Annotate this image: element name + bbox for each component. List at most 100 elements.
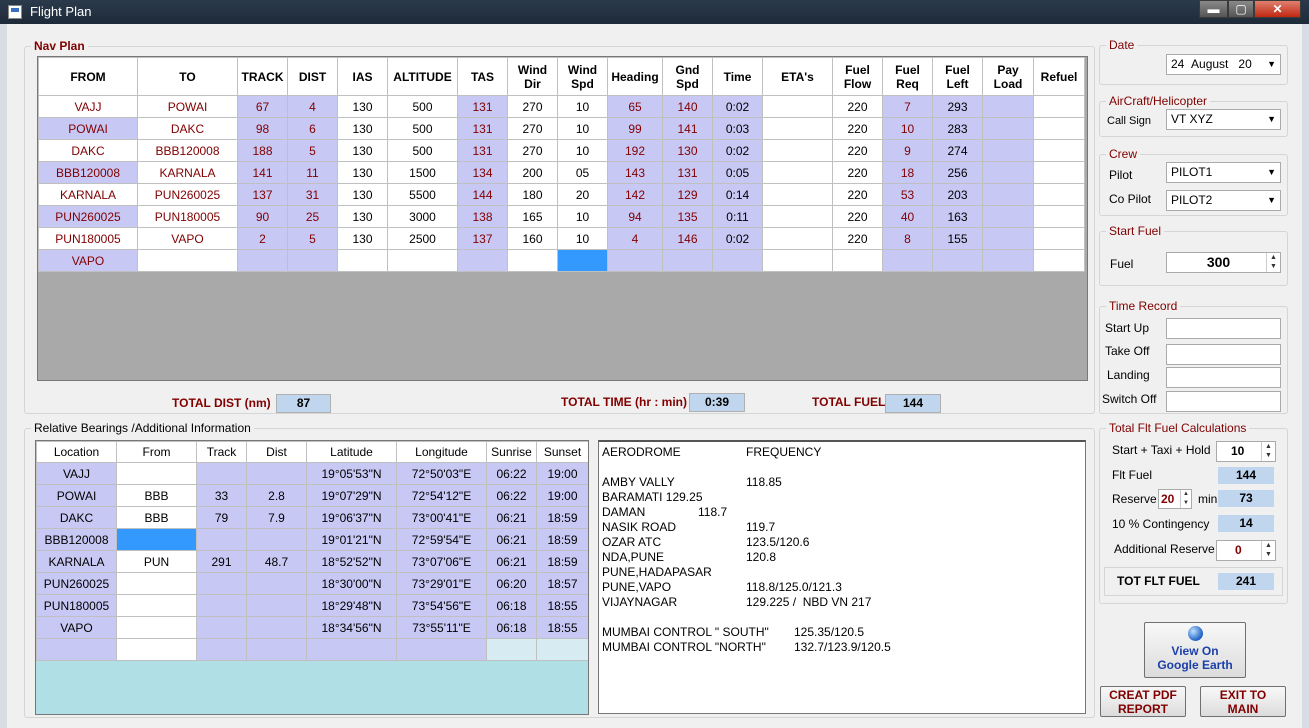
nav-cell[interactable]: 1500 (387, 161, 458, 184)
chevron-down-icon[interactable]: ▼ (1267, 163, 1276, 182)
nav-cell[interactable]: 141 (662, 117, 713, 140)
nav-cell[interactable]: DAKC (38, 139, 138, 162)
nav-header-cell[interactable]: ETA's (762, 57, 833, 96)
nav-cell[interactable]: 2 (237, 227, 288, 250)
rel-header-cell[interactable]: Sunset (536, 441, 588, 463)
nav-cell[interactable]: KARNALA (38, 183, 138, 206)
nav-cell[interactable]: VAPO (137, 227, 238, 250)
nav-cell[interactable]: POWAI (38, 117, 138, 140)
nav-cell[interactable] (832, 249, 883, 272)
rel-cell[interactable]: 19:00 (536, 484, 588, 507)
nav-cell[interactable]: 220 (832, 117, 883, 140)
nav-cell[interactable]: BBB120008 (137, 139, 238, 162)
nav-cell[interactable]: 200 (507, 161, 558, 184)
nav-header-cell[interactable]: TO (137, 57, 238, 96)
rel-cell[interactable]: 18:55 (536, 616, 588, 639)
rel-cell[interactable]: 18:57 (536, 572, 588, 595)
chevron-down-icon[interactable]: ▼ (1267, 191, 1276, 210)
rel-cell[interactable] (196, 594, 247, 617)
rel-cell[interactable]: 73°55'11"E (396, 616, 487, 639)
nav-cell[interactable] (1033, 139, 1085, 162)
rel-cell[interactable] (116, 572, 197, 595)
close-button[interactable]: ✕ (1254, 0, 1301, 18)
nav-cell[interactable]: 163 (932, 205, 983, 228)
nav-cell[interactable] (982, 117, 1034, 140)
nav-cell[interactable]: 10 (557, 139, 608, 162)
nav-header-cell[interactable]: Fuel Req (882, 57, 933, 96)
nav-cell[interactable]: 256 (932, 161, 983, 184)
nav-cell[interactable]: 130 (662, 139, 713, 162)
nav-cell[interactable] (712, 249, 763, 272)
nav-cell[interactable] (607, 249, 663, 272)
rel-cell[interactable]: PUN (116, 550, 197, 573)
nav-cell[interactable] (762, 183, 833, 206)
nav-cell[interactable] (137, 249, 238, 272)
nav-cell[interactable]: 131 (457, 95, 508, 118)
nav-header-cell[interactable]: Wind Dir (507, 57, 558, 96)
nav-cell[interactable]: 6 (287, 117, 338, 140)
rel-header-cell[interactable]: Location (36, 441, 117, 463)
nav-cell[interactable]: 129 (662, 183, 713, 206)
nav-cell[interactable] (507, 249, 558, 272)
nav-cell[interactable]: 293 (932, 95, 983, 118)
nav-cell[interactable]: 5 (287, 139, 338, 162)
nav-cell[interactable]: 131 (662, 161, 713, 184)
nav-header-cell[interactable]: Fuel Flow (832, 57, 883, 96)
nav-cell[interactable] (982, 183, 1034, 206)
nav-header-cell[interactable]: TAS (457, 57, 508, 96)
start-fuel-input[interactable]: 300 ▲ ▼ (1166, 252, 1281, 273)
chevron-down-icon[interactable]: ▼ (1267, 110, 1276, 129)
nav-cell[interactable]: 94 (607, 205, 663, 228)
nav-cell[interactable] (982, 139, 1034, 162)
rel-cell[interactable] (246, 594, 307, 617)
rel-cell[interactable] (246, 638, 307, 661)
nav-cell[interactable]: 192 (607, 139, 663, 162)
pilot-select[interactable]: PILOT1 ▼ (1166, 162, 1281, 183)
nav-cell[interactable]: 67 (237, 95, 288, 118)
nav-cell[interactable] (1033, 249, 1085, 272)
nav-cell[interactable]: 130 (337, 95, 388, 118)
nav-cell[interactable] (1033, 161, 1085, 184)
rel-cell[interactable] (196, 572, 247, 595)
nav-cell[interactable]: 10 (557, 205, 608, 228)
nav-cell[interactable]: 130 (337, 139, 388, 162)
nav-cell[interactable]: POWAI (137, 95, 238, 118)
exit-to-main-button[interactable]: EXIT TO MAIN (1200, 686, 1286, 717)
nav-cell[interactable]: 0:05 (712, 161, 763, 184)
nav-cell[interactable]: 500 (387, 95, 458, 118)
nav-cell[interactable] (982, 227, 1034, 250)
nav-cell[interactable] (1033, 117, 1085, 140)
rel-cell[interactable]: 33 (196, 484, 247, 507)
nav-cell[interactable]: 0:02 (712, 139, 763, 162)
nav-cell[interactable]: DAKC (137, 117, 238, 140)
nav-cell[interactable]: 3000 (387, 205, 458, 228)
nav-cell[interactable] (982, 161, 1034, 184)
rel-cell[interactable]: 19°07'29"N (306, 484, 397, 507)
nav-cell[interactable]: KARNALA (137, 161, 238, 184)
nav-cell[interactable] (1033, 205, 1085, 228)
date-picker[interactable]: 24 August 20 ▼ (1166, 54, 1281, 75)
rel-cell[interactable]: 72°59'54"E (396, 528, 487, 551)
maximize-button[interactable]: ▢ (1228, 0, 1254, 18)
rel-cell[interactable]: 06:21 (486, 506, 537, 529)
rel-cell[interactable]: VAPO (36, 616, 117, 639)
nav-cell[interactable]: 0:02 (712, 95, 763, 118)
nav-cell[interactable]: 5 (287, 227, 338, 250)
nav-cell[interactable]: 220 (832, 183, 883, 206)
nav-cell[interactable]: 05 (557, 161, 608, 184)
take-off-input[interactable] (1166, 344, 1281, 365)
rel-cell[interactable]: 19°05'53"N (306, 462, 397, 485)
nav-cell[interactable]: 220 (832, 139, 883, 162)
nav-cell[interactable]: 10 (557, 227, 608, 250)
nav-cell[interactable]: 142 (607, 183, 663, 206)
nav-header-cell[interactable]: TRACK (237, 57, 288, 96)
nav-cell[interactable] (1033, 183, 1085, 206)
rel-cell[interactable]: 06:22 (486, 484, 537, 507)
rel-cell[interactable]: 73°07'06"E (396, 550, 487, 573)
nav-cell[interactable]: 9 (882, 139, 933, 162)
nav-cell[interactable]: 140 (662, 95, 713, 118)
nav-cell[interactable] (982, 249, 1034, 272)
rel-cell[interactable]: BBB120008 (36, 528, 117, 551)
nav-header-cell[interactable]: ALTITUDE (387, 57, 458, 96)
rel-cell[interactable] (196, 616, 247, 639)
